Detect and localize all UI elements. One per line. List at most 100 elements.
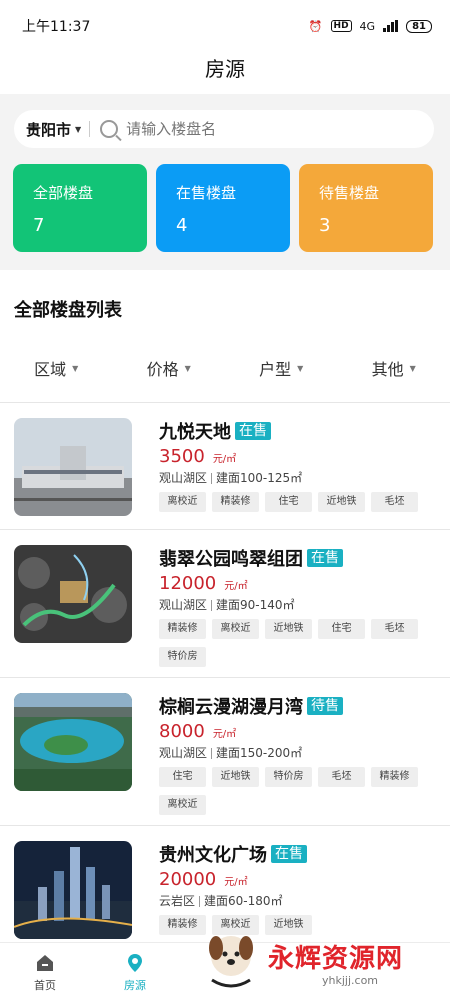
- stat-count: 4: [176, 215, 188, 236]
- tag-list: 住宅 近地铁 特价房 毛坯 精装修 离校近: [159, 767, 424, 815]
- status-icons: ⏰ HD 4G 81: [308, 19, 432, 33]
- listing-photo: [14, 693, 132, 791]
- city-label: 贵阳市: [26, 120, 72, 139]
- tag-list: 精装修 离校近 近地铁: [159, 915, 424, 935]
- listing-info: 九悦天地 在售 3500 元/㎡ 观山湖区 建面100-125㎡ 离校近 精装修 住…: [159, 418, 424, 512]
- filter-region[interactable]: 区域 ▼: [0, 356, 113, 380]
- filter-layout[interactable]: 户型 ▼: [225, 356, 338, 380]
- stat-card-upcoming[interactable]: 待售楼盘 3: [299, 164, 433, 252]
- listing-district: 观山湖区: [159, 598, 208, 612]
- status-badge: 在售: [271, 845, 307, 863]
- tag: 近地铁: [265, 915, 312, 935]
- hd-icon: HD: [330, 20, 352, 32]
- price-unit: 元/㎡: [212, 454, 237, 465]
- tab-listings[interactable]: 房源: [90, 943, 180, 1000]
- filter-other[interactable]: 其他 ▼: [338, 356, 450, 380]
- listing-list: 九悦天地 在售 3500 元/㎡ 观山湖区 建面100-125㎡ 离校近 精装修 住…: [0, 402, 450, 956]
- alarm-icon: ⏰: [308, 19, 323, 33]
- listing-price: 20000: [159, 869, 217, 890]
- signal-icon: [383, 20, 399, 32]
- tag: 特价房: [265, 767, 312, 787]
- listing-name: 九悦天地: [159, 422, 231, 443]
- tag: 住宅: [318, 619, 365, 639]
- listing-area: 建面150-200㎡: [216, 746, 303, 760]
- caret-down-icon: ▼: [297, 363, 304, 373]
- filter-price[interactable]: 价格 ▼: [113, 356, 226, 380]
- tag: 精装修: [371, 767, 418, 787]
- listing-info: 贵州文化广场 在售 20000 元/㎡ 云岩区 建面60-180㎡ 精装修 离校近 …: [159, 841, 424, 935]
- listing-item[interactable]: 棕榈云漫湖漫月湾 待售 8000 元/㎡ 观山湖区 建面150-200㎡ 住宅 近地…: [0, 678, 450, 826]
- listing-photo: [14, 841, 132, 939]
- caret-down-icon: ▼: [409, 363, 416, 373]
- tag: 离校近: [212, 915, 259, 935]
- listing-name: 棕榈云漫湖漫月湾: [159, 697, 303, 718]
- tab-label: 房源: [124, 979, 146, 992]
- listing-area: 建面100-125㎡: [216, 471, 303, 485]
- status-badge: 待售: [307, 697, 343, 715]
- filter-label: 区域: [34, 360, 67, 379]
- tag: 毛坯: [371, 492, 418, 512]
- stat-card-all[interactable]: 全部楼盘 7: [13, 164, 147, 252]
- tag: 精装修: [212, 492, 259, 512]
- tag: 住宅: [265, 492, 312, 512]
- price-unit: 元/㎡: [224, 877, 248, 888]
- tag: 近地铁: [318, 492, 365, 512]
- network-label: 4G: [359, 19, 376, 33]
- listing-name: 贵州文化广场: [159, 845, 267, 866]
- status-bar: 上午11:37 ⏰ HD 4G 81: [0, 0, 450, 52]
- tab-bar: 首页 房源: [0, 942, 450, 1000]
- listing-photo: [14, 418, 132, 516]
- top-panel: 贵阳市 ▼ 全部楼盘 7 在售楼盘 4 待售楼盘 3: [0, 94, 450, 270]
- city-selector[interactable]: 贵阳市 ▼: [26, 119, 81, 140]
- listing-price: 8000: [159, 721, 205, 742]
- search-icon: [100, 120, 119, 138]
- stat-label: 待售楼盘: [319, 184, 380, 202]
- caret-down-icon: ▼: [184, 363, 191, 373]
- section-title: 全部楼盘列表: [14, 300, 122, 321]
- battery-icon: 81: [406, 19, 432, 33]
- tag: 精装修: [159, 915, 206, 935]
- tag: 近地铁: [212, 767, 259, 787]
- search-bar: 贵阳市 ▼: [14, 110, 434, 148]
- listing-price: 3500: [159, 446, 205, 467]
- tag-list: 精装修 离校近 近地铁 住宅 毛坯 特价房: [159, 619, 424, 667]
- tab-home[interactable]: 首页: [0, 943, 90, 1000]
- status-badge: 在售: [235, 422, 271, 440]
- caret-down-icon: ▼: [75, 124, 82, 134]
- listing-district: 观山湖区: [159, 471, 208, 485]
- tag: 离校近: [159, 795, 206, 815]
- listing-district: 云岩区: [159, 894, 196, 908]
- tab-label: 首页: [34, 979, 56, 992]
- tag: 近地铁: [265, 619, 312, 639]
- listing-item[interactable]: 翡翠公园鸣翠组团 在售 12000 元/㎡ 观山湖区 建面90-140㎡ 精装修 离…: [0, 530, 450, 678]
- filter-label: 户型: [259, 360, 292, 379]
- clock: 上午11:37: [22, 19, 91, 35]
- stat-cards: 全部楼盘 7 在售楼盘 4 待售楼盘 3: [13, 164, 433, 252]
- filter-label: 价格: [146, 360, 179, 379]
- listing-item[interactable]: 九悦天地 在售 3500 元/㎡ 观山湖区 建面100-125㎡ 离校近 精装修 住…: [0, 403, 450, 530]
- price-unit: 元/㎡: [212, 729, 237, 740]
- tag: 离校近: [159, 492, 206, 512]
- price-unit: 元/㎡: [224, 581, 248, 592]
- search-input[interactable]: [126, 120, 387, 138]
- location-icon: [128, 954, 142, 972]
- home-icon: [37, 955, 53, 971]
- listing-area: 建面90-140㎡: [216, 598, 295, 612]
- tag: 精装修: [159, 619, 206, 639]
- divider: [89, 121, 91, 137]
- listing-price: 12000: [159, 573, 217, 594]
- stat-card-on-sale[interactable]: 在售楼盘 4: [156, 164, 290, 252]
- stat-label: 在售楼盘: [176, 184, 237, 202]
- listing-info: 棕榈云漫湖漫月湾 待售 8000 元/㎡ 观山湖区 建面150-200㎡ 住宅 近地…: [159, 693, 424, 815]
- stat-count: 7: [33, 215, 45, 236]
- tag-list: 离校近 精装修 住宅 近地铁 毛坯: [159, 492, 424, 512]
- listing-photo: [14, 545, 132, 643]
- listing-item[interactable]: 贵州文化广场 在售 20000 元/㎡ 云岩区 建面60-180㎡ 精装修 离校近 …: [0, 826, 450, 956]
- tag: 住宅: [159, 767, 206, 787]
- listing-area: 建面60-180㎡: [204, 894, 283, 908]
- filter-label: 其他: [371, 360, 404, 379]
- status-badge: 在售: [307, 549, 343, 567]
- stat-count: 3: [319, 215, 331, 236]
- caret-down-icon: ▼: [72, 363, 79, 373]
- tag: 特价房: [159, 647, 206, 667]
